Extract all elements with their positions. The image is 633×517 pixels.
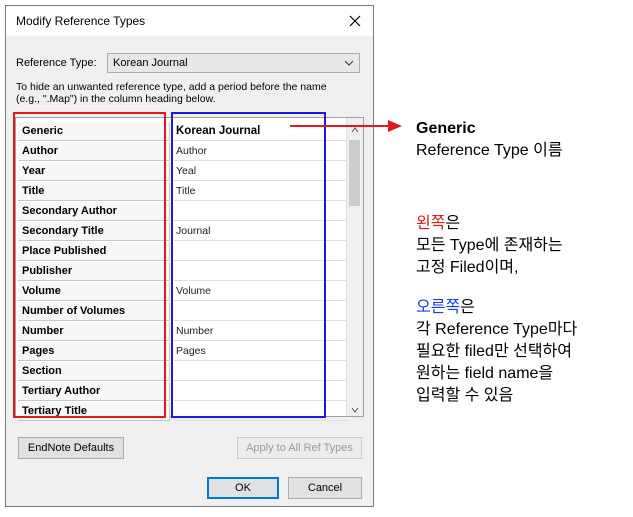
annotation-left-suffix: 은 — [445, 215, 461, 232]
annotation-left: 왼쪽은 모든 Type에 존재하는 고정 Filed이며, — [416, 213, 563, 279]
type-field-name-cell[interactable] — [174, 402, 348, 421]
generic-field-name: Year — [18, 162, 170, 181]
generic-field-name: Secondary Author — [18, 202, 170, 221]
type-field-name-cell[interactable] — [174, 242, 348, 261]
endnote-defaults-button[interactable]: EndNote Defaults — [18, 437, 124, 459]
scroll-thumb[interactable] — [349, 140, 360, 206]
generic-field-name: Number of Volumes — [18, 302, 170, 321]
type-field-name-cell[interactable]: Title — [174, 182, 348, 201]
close-icon[interactable] — [345, 11, 365, 31]
hint-line-1: To hide an unwanted reference type, add … — [16, 81, 327, 93]
type-field-name-cell[interactable]: Yeal — [174, 162, 348, 181]
type-field-name-cell[interactable] — [174, 262, 348, 281]
title-bar: Modify Reference Types — [6, 6, 373, 36]
generic-field-name: Place Published — [18, 242, 170, 261]
reference-type-label: Reference Type: — [16, 57, 97, 69]
annotation-generic-desc: Reference Type 이름 — [416, 142, 563, 159]
annotation-right-line2: 각 Reference Type마다 — [416, 321, 578, 338]
table-row: Publisher — [16, 262, 348, 282]
table-row: Number Number — [16, 322, 348, 342]
generic-field-name: Volume — [18, 282, 170, 301]
type-field-name-cell[interactable]: Volume — [174, 282, 348, 301]
type-field-name-cell[interactable] — [174, 362, 348, 381]
type-field-name-cell[interactable]: Pages — [174, 342, 348, 361]
annotation-generic-title: Generic — [416, 120, 476, 137]
reference-type-value: Korean Journal — [113, 57, 188, 69]
table-row: Author Author — [16, 142, 348, 162]
generic-field-name: Pages — [18, 342, 170, 361]
table-row: Place Published — [16, 242, 348, 262]
modify-reference-types-dialog: Modify Reference Types Reference Type: K… — [5, 5, 374, 507]
table-row: Tertiary Title — [16, 402, 348, 422]
table-row: Title Title — [16, 182, 348, 202]
annotation-right-line4: 원하는 field name을 — [416, 365, 554, 382]
table-row: Secondary Title Journal — [16, 222, 348, 242]
generic-field-name: Number — [18, 322, 170, 341]
table-row: Volume Volume — [16, 282, 348, 302]
field-grid: Generic Korean Journal Author Author Year Yea… — [15, 117, 364, 421]
table-row: Year Yeal — [16, 162, 348, 182]
generic-field-name: Generic — [18, 122, 170, 141]
apply-all-button[interactable]: Apply to All Ref Types — [237, 437, 362, 459]
annotation-generic: Generic Reference Type 이름 — [416, 118, 563, 162]
cancel-button[interactable]: Cancel — [288, 477, 362, 499]
annotation-right-word: 오른쪽 — [416, 299, 461, 316]
type-field-name-cell[interactable]: Journal — [174, 222, 348, 241]
generic-field-name: Secondary Title — [18, 222, 170, 241]
generic-field-name: Tertiary Author — [18, 382, 170, 401]
hint-text: To hide an unwanted reference type, add … — [16, 81, 361, 105]
arrow-right-icon — [290, 120, 402, 132]
generic-field-name: Publisher — [18, 262, 170, 281]
dialog-title: Modify Reference Types — [16, 14, 146, 28]
annotation-right: 오른쪽은 각 Reference Type마다 필요한 filed만 선택하여 … — [416, 297, 577, 407]
generic-field-name: Author — [18, 142, 170, 161]
generic-field-name: Title — [18, 182, 170, 201]
table-row: Secondary Author — [16, 202, 348, 222]
table-row: Section — [16, 362, 348, 382]
type-field-name-cell[interactable] — [174, 382, 348, 401]
generic-field-name: Tertiary Title — [18, 402, 170, 421]
hint-line-2: (e.g., ".Map") in the column heading bel… — [16, 93, 216, 105]
type-field-name-cell[interactable] — [174, 202, 348, 221]
annotation-left-line2: 모든 Type에 존재하는 — [416, 237, 563, 254]
type-field-name-cell[interactable]: Number — [174, 322, 348, 341]
vertical-scrollbar[interactable] — [346, 118, 363, 416]
annotation-left-line3: 고정 Filed이며, — [416, 259, 519, 276]
scroll-down-icon[interactable] — [350, 402, 360, 413]
annotation-left-word: 왼쪽 — [416, 215, 446, 232]
chevron-down-icon — [344, 57, 354, 72]
type-field-name-cell[interactable] — [174, 302, 348, 321]
ok-button[interactable]: OK — [207, 477, 279, 499]
annotation-right-line3: 필요한 filed만 선택하여 — [416, 343, 573, 360]
generic-field-name: Section — [18, 362, 170, 381]
table-row: Tertiary Author — [16, 382, 348, 402]
type-field-name-cell[interactable]: Author — [174, 142, 348, 161]
reference-type-select[interactable]: Korean Journal — [107, 53, 360, 73]
annotation-right-line5: 입력할 수 있음 — [416, 387, 514, 404]
annotation-right-suffix: 은 — [460, 299, 475, 316]
table-row: Number of Volumes — [16, 302, 348, 322]
table-row: Pages Pages — [16, 342, 348, 362]
